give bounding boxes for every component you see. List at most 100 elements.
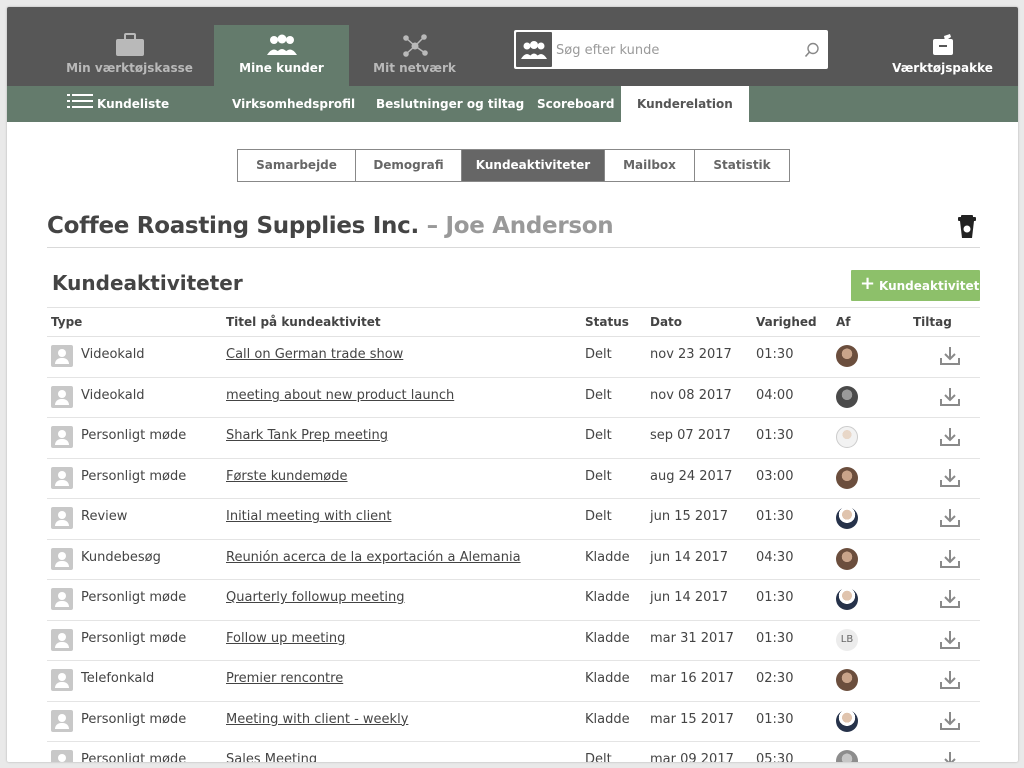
activity-date: nov 23 2017 (650, 347, 732, 362)
download-icon[interactable] (939, 387, 961, 411)
download-icon[interactable] (939, 427, 961, 451)
activities-table: Videokald Call on German trade show Delt no… (47, 337, 980, 762)
table-row[interactable]: Personligt møde Shark Tank Prep meeting De… (47, 418, 980, 459)
activity-status: Delt (585, 468, 612, 484)
people-icon (265, 33, 299, 60)
activity-title-link[interactable]: Shark Tank Prep meeting (226, 428, 388, 443)
activity-duration: 03:00 (756, 468, 794, 484)
tab-demografi[interactable]: Demografi (356, 150, 462, 181)
activity-status: Kladde (585, 590, 630, 605)
subnav-label: Scoreboard (537, 97, 615, 111)
col-author: Af (836, 315, 851, 329)
customer-search (514, 30, 828, 71)
col-date[interactable]: Dato (650, 315, 682, 329)
add-activity-label: Kundeaktivitet (879, 279, 980, 293)
tab-samarbejde[interactable]: Samarbejde (238, 150, 356, 181)
coffee-cup-icon[interactable] (957, 214, 977, 244)
activity-duration: 02:30 (756, 671, 794, 686)
search-input[interactable] (554, 30, 798, 71)
download-icon[interactable] (939, 589, 961, 613)
nav-label: Min værktøjskasse (66, 61, 193, 75)
download-icon[interactable] (939, 468, 961, 492)
activity-type-icon (51, 385, 73, 408)
plus-icon: + (860, 273, 876, 294)
col-status[interactable]: Status (585, 315, 629, 329)
activity-duration: 01:30 (756, 428, 794, 443)
subnav-kundeliste[interactable]: Kundeliste (51, 86, 185, 122)
tab-statistik[interactable]: Statistik (695, 150, 789, 181)
nav-min-vaerktojskasse[interactable]: Min værktøjskasse (62, 25, 197, 86)
contact-name: Joe Anderson (445, 213, 614, 239)
activity-title-link[interactable]: Initial meeting with client (226, 509, 392, 524)
add-activity-button[interactable]: + Kundeaktivitet (851, 270, 980, 301)
nav-vaerktojspakke[interactable]: Værktøjspakke (875, 25, 1010, 86)
activity-title-link[interactable]: Reunión acerca de la exportación a Alema… (226, 550, 521, 565)
table-row[interactable]: Review Initial meeting with client Delt jun… (47, 499, 980, 540)
sub-navigation: Kundeliste Virksomhedsprofil Beslutninge… (7, 86, 1018, 122)
avatar (836, 588, 858, 610)
activity-title-link[interactable]: Follow up meeting (226, 631, 345, 646)
activity-status: Kladde (585, 630, 630, 646)
activity-type-icon (51, 426, 73, 448)
activity-type: Review (81, 509, 128, 524)
activity-duration: 01:30 (756, 509, 794, 524)
table-row[interactable]: Kundebesøg Reunión acerca de la exportaci… (47, 540, 980, 580)
avatar (836, 426, 858, 448)
activity-title-link[interactable]: Call on German trade show (226, 347, 403, 362)
activity-title-link[interactable]: meeting about new product launch (226, 388, 454, 403)
subnav-kunderelation[interactable]: Kunderelation (621, 86, 749, 122)
app-window: Min værktøjskasse Mine kunder Mit netvær… (7, 7, 1018, 762)
download-icon[interactable] (939, 508, 961, 532)
top-navigation: Min værktøjskasse Mine kunder Mit netvær… (7, 7, 1018, 86)
avatar (836, 345, 858, 367)
section-title: Kundeaktiviteter (52, 271, 243, 295)
download-icon[interactable] (939, 751, 961, 762)
table-row[interactable]: Personligt møde Meeting with client - wee… (47, 702, 980, 742)
activity-title-link[interactable]: Meeting with client - weekly (226, 712, 408, 727)
table-row[interactable]: Personligt møde Første kundemøde Delt aug 2… (47, 459, 980, 499)
subnav-label: Kundeliste (97, 97, 170, 111)
subnav-virksomhedsprofil[interactable]: Virksomhedsprofil (216, 86, 371, 122)
table-row[interactable]: Personligt møde Sales Meeting Delt mar 09 2… (47, 742, 980, 762)
activity-title-link[interactable]: Sales Meeting (226, 752, 317, 762)
download-icon[interactable] (939, 711, 961, 735)
nav-label: Værktøjspakke (892, 61, 993, 75)
download-icon[interactable] (939, 346, 961, 370)
activity-type: Personligt møde (81, 428, 187, 443)
subnav-beslutninger[interactable]: Beslutninger og tiltag (360, 86, 540, 122)
activity-title-link[interactable]: Quarterly followup meeting (226, 590, 404, 605)
page-title: Coffee Roasting Supplies Inc. – Joe Ande… (47, 213, 614, 239)
activity-type: Videokald (81, 387, 145, 403)
activity-date: jun 15 2017 (650, 509, 728, 524)
table-row[interactable]: Telefonkald Premier rencontre Kladde mar 16… (47, 661, 980, 702)
avatar (836, 507, 858, 529)
activity-date: jun 14 2017 (650, 590, 728, 605)
table-row[interactable]: Videokald meeting about new product launc… (47, 378, 980, 418)
nav-mine-kunder[interactable]: Mine kunder (214, 25, 349, 86)
activity-type: Personligt møde (81, 590, 187, 605)
subnav-scoreboard[interactable]: Scoreboard (521, 86, 631, 122)
download-icon[interactable] (939, 630, 961, 654)
tab-kundeaktiviteter[interactable]: Kundeaktiviteter (462, 150, 605, 181)
col-type[interactable]: Type (51, 315, 82, 329)
activity-date: aug 24 2017 (650, 468, 733, 484)
avatar (836, 750, 858, 762)
search-icon[interactable] (804, 42, 820, 62)
activity-date: nov 08 2017 (650, 387, 732, 403)
activity-date: mar 31 2017 (650, 630, 734, 646)
activity-title-link[interactable]: Premier rencontre (226, 671, 343, 686)
activity-title-link[interactable]: Første kundemøde (226, 469, 348, 484)
nav-label: Mine kunder (239, 61, 324, 75)
tab-mailbox[interactable]: Mailbox (605, 150, 695, 181)
activity-status: Delt (585, 428, 612, 443)
toolkit-icon (931, 33, 955, 60)
table-row[interactable]: Personligt møde Quarterly followup meetin… (47, 580, 980, 621)
col-title[interactable]: Titel på kundeaktivitet (226, 315, 381, 329)
download-icon[interactable] (939, 670, 961, 694)
table-row[interactable]: Personligt møde Follow up meeting Kladde ma… (47, 621, 980, 661)
nav-mit-netvaerk[interactable]: Mit netværk (347, 25, 482, 86)
table-row[interactable]: Videokald Call on German trade show Delt no… (47, 337, 980, 378)
download-icon[interactable] (939, 549, 961, 573)
avatar (836, 466, 858, 489)
col-duration[interactable]: Varighed (756, 315, 817, 329)
